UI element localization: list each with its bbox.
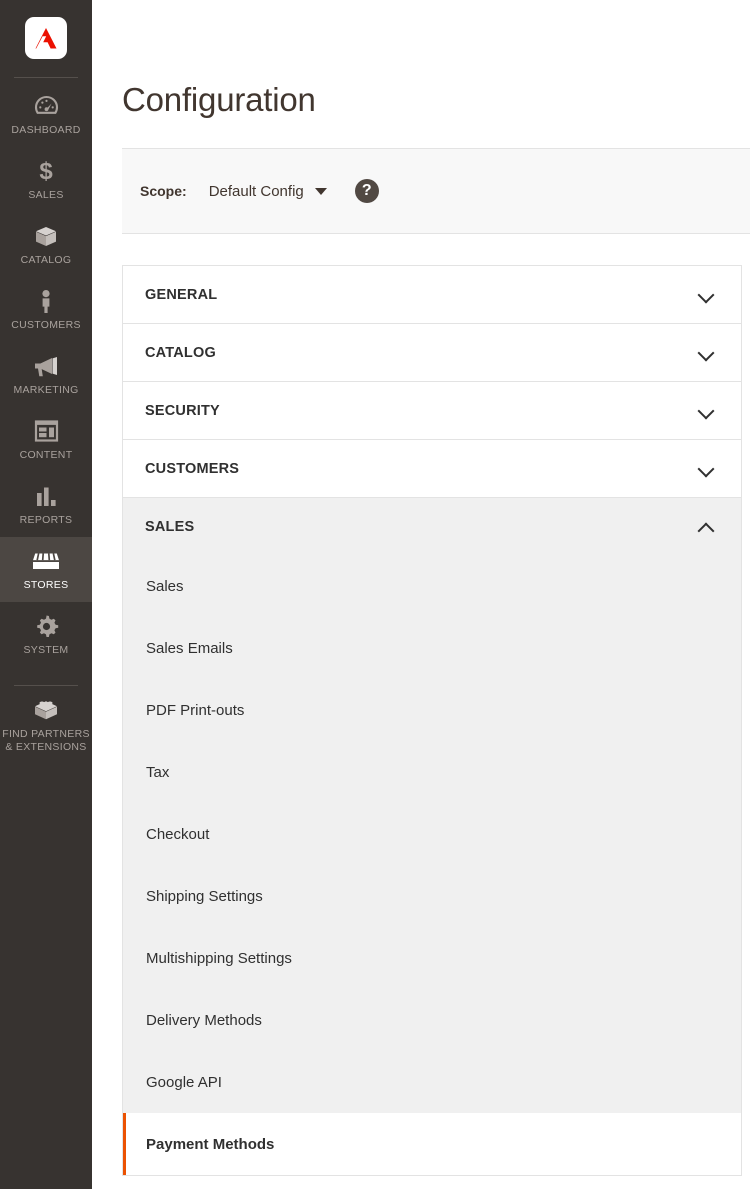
sidebar-divider-top [14,77,78,78]
sidebar-item-dashboard[interactable]: DASHBOARD [0,82,92,147]
bar-chart-icon [34,483,58,509]
scope-selected-value: Default Config [208,182,304,200]
main-content: Configuration Scope: Default Config ? GE… [92,0,750,1189]
chevron-down-icon [699,345,714,360]
config-item-sales[interactable]: Sales [123,555,741,617]
config-item-pdf-print-outs[interactable]: PDF Print-outs [123,679,741,741]
config-item-label: Sales [146,577,184,595]
accordion-section-customers: CUSTOMERS [123,440,741,498]
config-item-multishipping-settings[interactable]: Multishipping Settings [123,927,741,989]
megaphone-icon [33,353,60,379]
config-item-label: Sales Emails [146,639,233,657]
layout-window-icon [34,418,59,444]
config-item-checkout[interactable]: Checkout [123,803,741,865]
sidebar-item-label: CATALOG [20,254,72,266]
accordion-header-customers[interactable]: CUSTOMERS [123,440,741,497]
accordion-section-security: SECURITY [123,382,741,440]
configuration-sections-accordion: GENERAL CATALOG SECURITY CUSTOMERS SALES… [122,265,742,1176]
config-item-label: Multishipping Settings [146,949,292,967]
config-item-label: Google API [146,1073,222,1091]
accordion-section-general: GENERAL [123,266,741,324]
config-item-sales-emails[interactable]: Sales Emails [123,617,741,679]
dashboard-gauge-icon [34,93,59,119]
config-item-shipping-settings[interactable]: Shipping Settings [123,865,741,927]
lego-brick-icon [33,697,60,723]
config-item-label: Tax [146,763,170,781]
accordion-title: CATALOG [145,344,216,361]
config-item-label: Shipping Settings [146,887,263,905]
accordion-header-catalog[interactable]: CATALOG [123,324,741,381]
sidebar-item-catalog[interactable]: CATALOG [0,212,92,277]
admin-configuration-page: DASHBOARD $ SALES CATALOG CUSTOMERS MARK… [0,0,750,1189]
config-item-payment-methods[interactable]: Payment Methods [123,1113,741,1175]
sidebar-item-customers[interactable]: CUSTOMERS [0,277,92,342]
gear-icon [34,613,59,639]
chevron-down-icon [699,461,714,476]
sidebar-item-find-partners-extensions[interactable]: FIND PARTNERS & EXTENSIONS [0,686,92,764]
admin-sidebar-nav: DASHBOARD $ SALES CATALOG CUSTOMERS MARK… [0,0,92,1189]
accordion-title: SALES [145,518,195,535]
config-item-label: PDF Print-outs [146,701,245,719]
config-item-tax[interactable]: Tax [123,741,741,803]
sidebar-item-label: SYSTEM [23,644,69,656]
accordion-title: GENERAL [145,286,218,303]
scope-bar: Scope: Default Config ? [122,148,750,234]
accordion-section-sales: SALES Sales Sales Emails PDF Print-outs … [123,498,741,1176]
scope-label: Scope: [140,183,187,199]
chevron-down-icon [314,187,327,195]
chevron-down-icon [699,287,714,302]
svg-text:$: $ [39,158,53,184]
sidebar-item-sales[interactable]: $ SALES [0,147,92,212]
sidebar-item-label: STORES [23,579,69,591]
sidebar-item-system[interactable]: SYSTEM [0,602,92,667]
accordion-section-catalog: CATALOG [123,324,741,382]
config-item-delivery-methods[interactable]: Delivery Methods [123,989,741,1051]
scope-switcher-dropdown[interactable]: Default Config [209,183,327,200]
config-item-google-api[interactable]: Google API [123,1051,741,1113]
logo-container[interactable] [0,0,92,59]
dollar-sign-icon: $ [38,158,54,184]
accordion-body-sales: Sales Sales Emails PDF Print-outs Tax Ch… [123,555,741,1175]
accordion-title: SECURITY [145,402,220,419]
sidebar-item-content[interactable]: CONTENT [0,407,92,472]
config-item-label: Checkout [146,825,210,843]
accordion-header-security[interactable]: SECURITY [123,382,741,439]
question-mark-icon[interactable]: ? [354,179,379,203]
chevron-down-icon [699,403,714,418]
page-title: Configuration [122,81,316,118]
storefront-icon [32,548,60,574]
sidebar-item-label: MARKETING [13,384,79,396]
sidebar-item-marketing[interactable]: MARKETING [0,342,92,407]
sidebar-item-label: SALES [28,189,64,201]
accordion-header-sales[interactable]: SALES [123,498,741,555]
person-icon [38,288,54,314]
config-item-label: Payment Methods [146,1135,275,1153]
sidebar-items-list: DASHBOARD $ SALES CATALOG CUSTOMERS MARK… [0,82,92,764]
sidebar-item-stores[interactable]: STORES [0,537,92,602]
sidebar-item-label: DASHBOARD [11,124,81,136]
sidebar-item-label: FIND PARTNERS & EXTENSIONS [2,728,90,753]
chevron-up-icon [699,519,714,534]
config-item-label: Delivery Methods [146,1011,262,1029]
sidebar-item-label: REPORTS [19,514,73,526]
sidebar-item-reports[interactable]: REPORTS [0,472,92,537]
sidebar-item-label: CONTENT [19,449,73,461]
sidebar-item-label: CUSTOMERS [11,319,81,331]
accordion-header-general[interactable]: GENERAL [123,266,741,323]
adobe-commerce-logo[interactable] [25,17,67,59]
box-icon [33,223,59,249]
accordion-title: CUSTOMERS [145,460,240,477]
